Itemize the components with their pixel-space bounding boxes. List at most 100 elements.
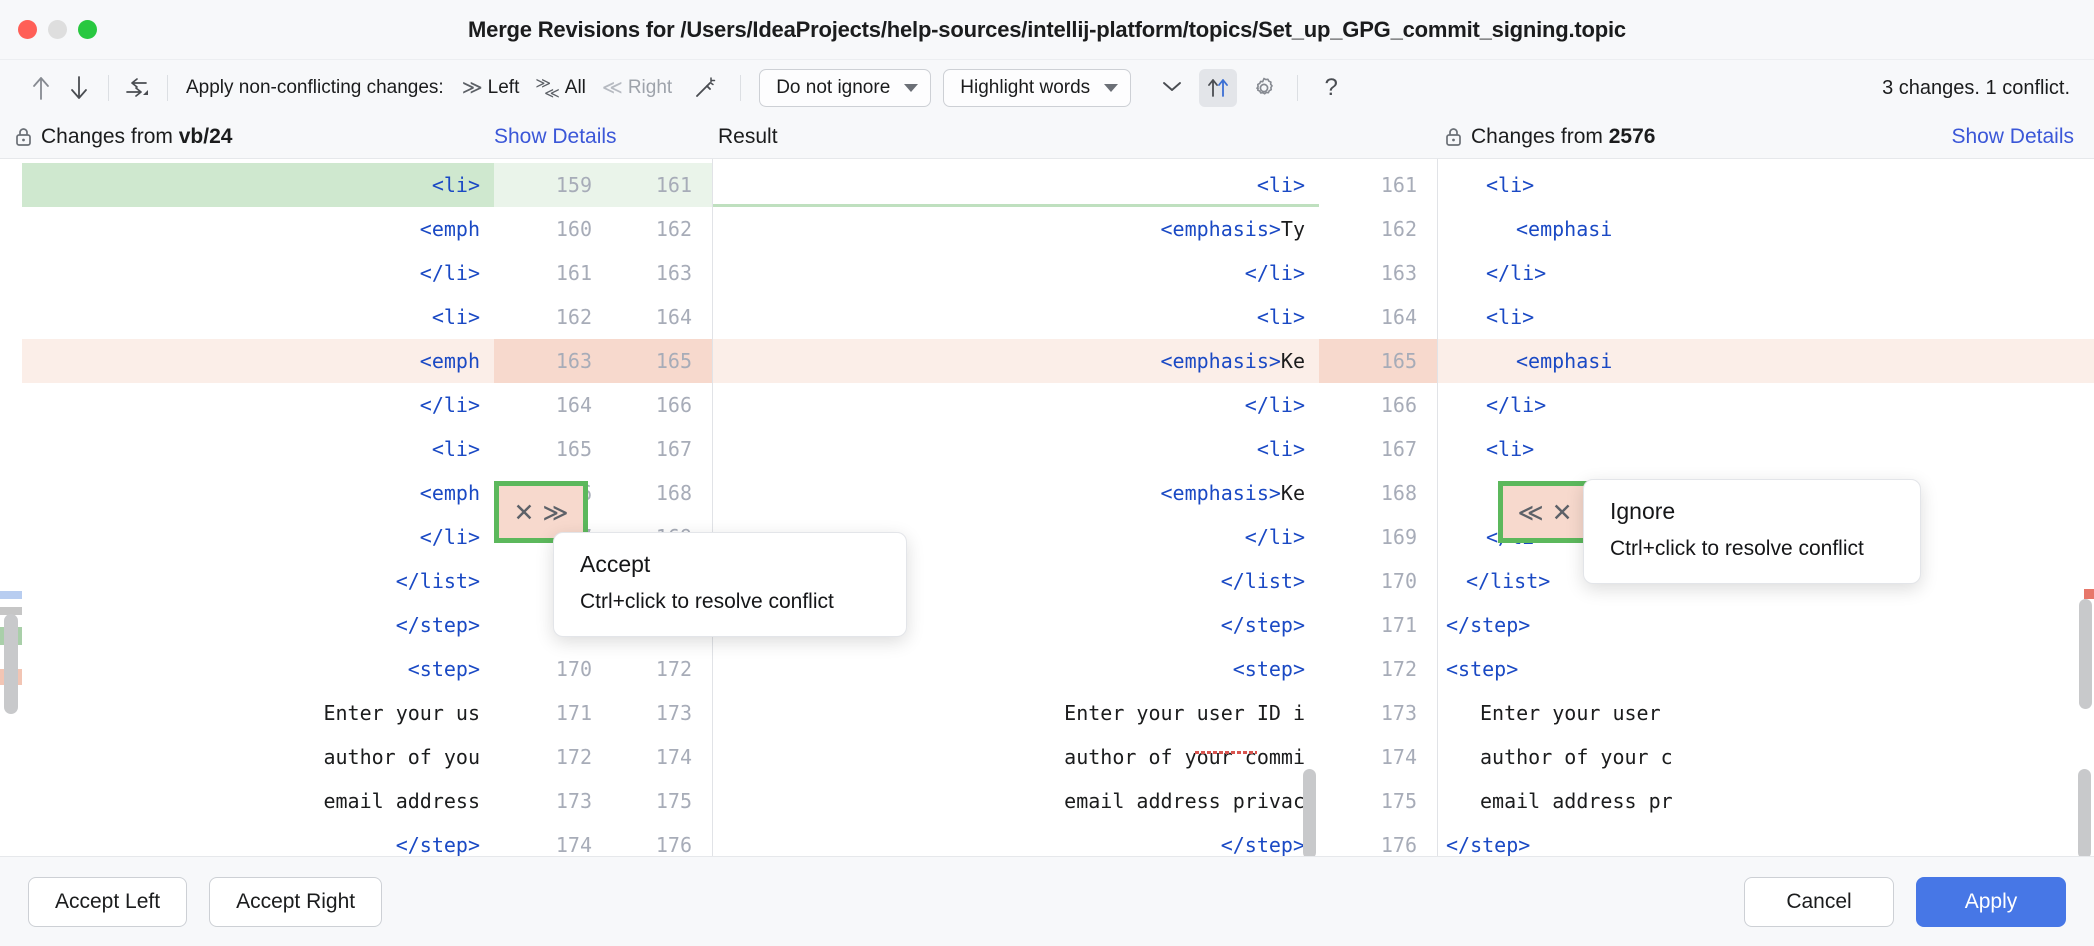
help-label: ? (1324, 74, 1337, 102)
ignore-conflict-icon[interactable]: ✕ (1552, 498, 1573, 527)
apply-all-non-conflicting-icon[interactable] (119, 69, 157, 107)
code-line: email address privac (713, 779, 1319, 823)
line-number: 165 (612, 339, 712, 383)
right-scroll-thumb[interactable] (2078, 769, 2091, 856)
ignore-tooltip: Ignore Ctrl+click to resolve conflict (1583, 479, 1921, 584)
code-line: </li> (1438, 251, 2094, 295)
accept-tooltip: Accept Ctrl+click to resolve conflict (553, 532, 907, 637)
right-show-details-link[interactable]: Show Details (1951, 125, 2074, 149)
line-number: 173 (1319, 691, 1437, 735)
line-number: 165 (1319, 339, 1437, 383)
accept-right-button[interactable]: Accept Right (209, 877, 382, 927)
code-line: <li> (1438, 163, 2094, 207)
cancel-button[interactable]: Cancel (1744, 877, 1894, 927)
accept-left-button[interactable]: Accept Left (28, 877, 187, 927)
code-line: </li> (713, 251, 1319, 295)
chevron-down-icon (904, 84, 918, 92)
collapse-unchanged-icon[interactable] (1153, 69, 1191, 107)
code-line: <emph (22, 339, 494, 383)
line-number: 171 (494, 691, 612, 735)
apply-left-button[interactable]: ≫ Left (454, 74, 528, 102)
line-number: 163 (1319, 251, 1437, 295)
line-number: 167 (612, 427, 712, 471)
line-number: 176 (1319, 823, 1437, 856)
right-pane-header: Changes from 2576 (1444, 125, 1655, 149)
line-number: 175 (1319, 779, 1437, 823)
highlight-policy-value: Highlight words (960, 77, 1090, 99)
change-status-text: 3 changes. 1 conflict. (1882, 77, 2074, 100)
ignore-policy-value: Do not ignore (776, 77, 890, 99)
sync-scroll-icon[interactable] (1199, 69, 1237, 107)
code-line: </step> (22, 603, 494, 647)
apply-all-label: All (565, 77, 586, 99)
code-line: </li> (22, 383, 494, 427)
code-line: </step> (713, 823, 1319, 856)
code-line: </li> (22, 251, 494, 295)
line-number: 164 (494, 383, 612, 427)
right-pane-title: Changes from 2576 (1471, 125, 1655, 149)
left-pane-title: Changes from vb/24 (41, 125, 232, 149)
accept-conflict-icon[interactable]: ✕ (513, 498, 534, 527)
apply-right-conflict-icon[interactable]: ≫ (542, 498, 568, 527)
previous-difference-icon[interactable] (22, 69, 60, 107)
code-line: </li> (713, 383, 1319, 427)
apply-right-button[interactable]: ≪ Right (594, 74, 680, 102)
code-line: <li> (713, 427, 1319, 471)
gear-icon[interactable] (1245, 69, 1283, 107)
ignore-conflict-control[interactable]: ≪ ✕ (1503, 486, 1587, 538)
result-scroll-thumb[interactable] (1303, 769, 1316, 856)
line-number: 169 (1319, 515, 1437, 559)
chevron-down-icon (1104, 84, 1118, 92)
apply-all-button[interactable]: ≫ ≪ All (527, 74, 594, 102)
next-difference-icon[interactable] (60, 69, 98, 107)
line-number: 170 (1319, 559, 1437, 603)
line-number: 167 (1319, 427, 1437, 471)
line-number: 172 (494, 735, 612, 779)
line-number: 168 (1319, 471, 1437, 515)
code-line: </step> (22, 823, 494, 856)
highlight-policy-select[interactable]: Highlight words (943, 69, 1131, 107)
code-line: <li> (1438, 427, 2094, 471)
code-line: </li> (22, 515, 494, 559)
apply-left-conflict-icon[interactable]: ≪ (1517, 498, 1543, 527)
code-line: author of your commi (713, 735, 1319, 779)
result-code-pane[interactable]: <li> <emphasis>Ty </li> <li> <emphasis>K… (713, 159, 1319, 856)
toolbar-divider-1 (108, 75, 109, 101)
line-number: 161 (1319, 163, 1437, 207)
ignore-policy-select[interactable]: Do not ignore (759, 69, 931, 107)
lock-icon (1444, 126, 1463, 148)
help-icon[interactable]: ? (1312, 69, 1350, 107)
title-bar: Merge Revisions for /Users/IdeaProjects/… (0, 0, 2094, 60)
left-change-markers-gutter[interactable] (0, 159, 22, 856)
apply-button[interactable]: Apply (1916, 877, 2066, 927)
right-revision-name: 2576 (1609, 125, 1656, 148)
code-line: </list> (22, 559, 494, 603)
accept-conflict-control[interactable]: ✕ ≫ (499, 486, 583, 538)
far-right-scroll-thumb[interactable] (2079, 599, 2092, 709)
code-line: Enter your user ID i (713, 691, 1319, 735)
line-number: 168 (612, 471, 712, 515)
line-number: 163 (612, 251, 712, 295)
line-number: 166 (1319, 383, 1437, 427)
left-code-pane[interactable]: <li> <emph </li> <li> <emph </li> <li> <… (22, 159, 494, 856)
magic-resolve-icon[interactable] (686, 69, 724, 107)
left-gutter-scroll-thumb[interactable] (4, 614, 18, 714)
left-show-details-link[interactable]: Show Details (494, 125, 617, 149)
code-line: <step> (713, 647, 1319, 691)
marker-blue (0, 591, 22, 599)
code-line: author of your c (1438, 735, 2094, 779)
merge-editor-area: <li> <emph </li> <li> <emph </li> <li> <… (0, 159, 2094, 856)
code-line: <li> (22, 163, 494, 207)
code-line: <li> (713, 295, 1319, 339)
code-line: <li> (713, 163, 1319, 207)
line-number: 166 (612, 383, 712, 427)
code-line: <emph (22, 471, 494, 515)
line-number: 164 (612, 295, 712, 339)
line-number: 174 (612, 735, 712, 779)
maximize-window-button[interactable] (78, 20, 97, 39)
line-number: 162 (494, 295, 612, 339)
close-window-button[interactable] (18, 20, 37, 39)
right-line-numbers: 161 162 163 164 165 166 167 168 169 170 … (1319, 159, 1437, 856)
line-number: 174 (494, 823, 612, 856)
minimize-window-button[interactable] (48, 20, 67, 39)
